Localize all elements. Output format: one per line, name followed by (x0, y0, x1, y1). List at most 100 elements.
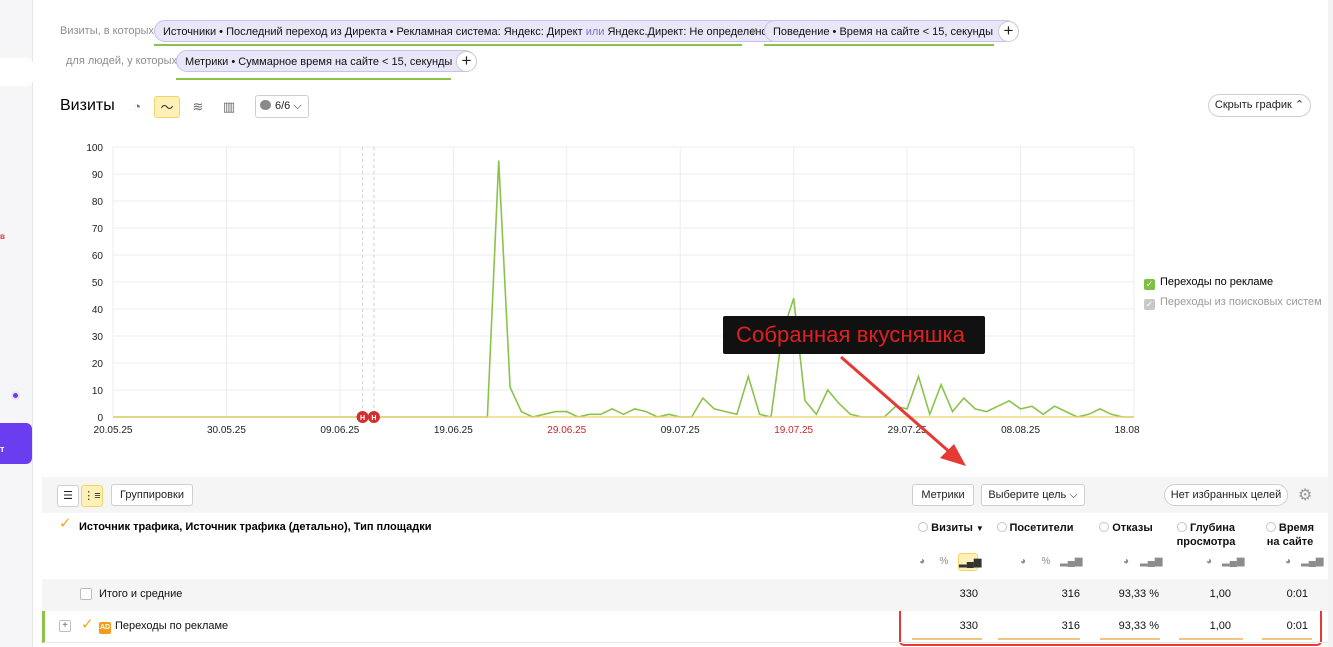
tree-view-icon[interactable]: ⋮≡ (81, 485, 103, 507)
x-tick-label: 18.08.25 (1115, 425, 1140, 435)
hide-chart-button[interactable]: Скрыть график ⌃ (1208, 94, 1311, 117)
expand-icon[interactable]: + (59, 620, 71, 632)
segment-chip-metrics[interactable]: Метрики • Суммарное время на сайте < 15,… (176, 50, 477, 72)
visits-line-chart[interactable]: 0 10 20 30 40 50 60 70 80 90 100 20.05.25 30.05.25 09… (70, 135, 1140, 435)
cell-depth: 1,00 (1209, 620, 1231, 632)
column-header-depth[interactable]: Глубина просмотра (1172, 521, 1240, 549)
sidebar-card[interactable] (0, 58, 33, 86)
x-tick-label: 08.08.25 (1001, 425, 1040, 435)
series-counter: 6/6 (275, 100, 291, 112)
cell-bounces: 93,33 % (1118, 588, 1159, 600)
cell-visits: 330 (959, 588, 978, 600)
cell-depth: 1,00 (1209, 588, 1231, 600)
table-row-ads[interactable]: + ✓ AD Переходы по рекламе 330 316 93,33 … (42, 611, 1328, 643)
chip-text: Метрики • Суммарное время на сайте < 15,… (185, 56, 453, 68)
x-tick-label: 19.07.25 (774, 425, 813, 435)
value-bar (1179, 638, 1243, 640)
cell-visitors: 316 (1061, 620, 1080, 632)
y-tick-label: 0 (97, 413, 103, 424)
select-goal-dropdown[interactable]: Выберите цель ⌵ (981, 484, 1085, 506)
ad-badge-icon: AD (99, 622, 111, 634)
chip-or: или (585, 26, 605, 38)
line-chart-icon[interactable]: 〜 (154, 96, 180, 118)
radio-icon (1099, 522, 1110, 532)
page-scrollbar[interactable] (1328, 0, 1333, 647)
column-label: Посетители (1009, 522, 1074, 534)
column-header-visits[interactable]: Визиты ▼ (916, 521, 986, 536)
dimension-header: Источник трафика, Источник трафика (дета… (79, 521, 432, 533)
y-tick-label: 80 (92, 197, 104, 208)
cell-time: 0:01 (1286, 588, 1308, 600)
column-header-bounces[interactable]: Отказы (1097, 521, 1155, 535)
radio-icon (1177, 522, 1188, 532)
segment-chip-behavior[interactable]: Поведение • Время на сайте < 15, секунды… (764, 20, 1018, 42)
column-header-time[interactable]: Время на сайте (1260, 521, 1320, 549)
add-visit-condition-button[interactable]: + (998, 21, 1019, 42)
bar-chart-icon[interactable]: ▂▄▆ (1060, 553, 1082, 571)
pie-chart-icon[interactable]: ◕ (1199, 553, 1219, 571)
chart-title: Визиты (60, 97, 115, 114)
sidebar-status-dot (11, 391, 20, 400)
sort-desc-icon: ▼ (975, 524, 984, 533)
row-label: AD Переходы по рекламе (99, 620, 228, 634)
pie-chart-icon[interactable]: ◕ (1278, 553, 1298, 571)
holiday-marker-label: Н (371, 415, 376, 422)
series-counter-dropdown[interactable]: 6/6 ⌵ (255, 95, 309, 118)
pie-chart-icon[interactable]: ◕ (912, 553, 932, 571)
value-bar (1100, 638, 1160, 640)
report-main: Визиты, в которых Источники • Последний … (42, 0, 1328, 647)
bar-chart-icon[interactable]: ▂▄▆ (1301, 553, 1323, 571)
x-tick-label: 30.05.25 (207, 425, 246, 435)
chip-underline (764, 44, 994, 46)
select-all-checkbox[interactable]: ✓ (59, 516, 72, 531)
column-header-visitors[interactable]: Посетители (994, 521, 1076, 535)
annotation-arrow-head (940, 444, 966, 466)
table-toolbar: ☰ ⋮≡ Группировки Метрики Выберите цель ⌵… (42, 477, 1328, 513)
x-tick-label: 20.05.25 (94, 425, 133, 435)
chip-text: Источники • Последний переход из Директа… (163, 26, 583, 38)
y-tick-label: 40 (92, 305, 104, 316)
bar-chart-icon[interactable]: ▂▄▆ (958, 553, 981, 571)
bar-chart-icon[interactable]: ▂▄▆ (1222, 553, 1244, 571)
add-people-condition-button[interactable]: + (456, 51, 477, 72)
area-chart-icon[interactable]: ≋ (185, 96, 211, 118)
legend-item-ads[interactable]: ✓ Переходы по рекламе (1144, 276, 1273, 290)
pie-chart-icon[interactable]: ◕ (1013, 553, 1033, 571)
gear-icon[interactable]: ⚙ (1298, 485, 1312, 505)
cell-visitors: 316 (1061, 588, 1080, 600)
row-checkbox[interactable]: ✓ (81, 617, 94, 632)
legend-item-search[interactable]: ✓ Переходы из поисковых систем (1144, 296, 1322, 310)
y-tick-label: 20 (92, 359, 104, 370)
percent-icon[interactable]: % (1036, 553, 1056, 571)
percent-icon[interactable]: % (934, 553, 954, 571)
cell-time: 0:01 (1286, 620, 1308, 632)
pie-chart-icon[interactable]: ◔ (124, 96, 150, 118)
table-row-totals[interactable]: Итого и средние 330 316 93,33 % 1,00 0:0… (42, 579, 1328, 611)
checkbox-checked[interactable]: ✓ (1144, 279, 1155, 290)
chip-text-rest: Яндекс.Директ: Не определено (607, 26, 768, 38)
y-tick-label: 70 (92, 224, 104, 235)
visits-condition-label: Визиты, в которых (60, 25, 154, 37)
bar-chart-icon[interactable]: ▂▄▆ (1140, 553, 1162, 571)
value-bar (1262, 638, 1312, 640)
left-sidebar: в т (0, 0, 33, 647)
favorite-goals-button[interactable]: Нет избранных целей (1164, 484, 1288, 506)
people-condition-label: для людей, у которых (66, 55, 177, 67)
radio-icon (1265, 522, 1276, 532)
checkbox-checked-disabled[interactable]: ✓ (1144, 299, 1155, 310)
list-view-icon[interactable]: ☰ (57, 485, 79, 507)
row-checkbox[interactable] (80, 588, 92, 600)
column-label: Отказы (1112, 522, 1153, 534)
value-bar (912, 638, 982, 640)
segment-chip-sources[interactable]: Источники • Последний переход из Директа… (154, 20, 792, 42)
hide-chart-label: Скрыть график (1214, 99, 1292, 111)
chip-text: Поведение • Время на сайте < 15, секунды (773, 26, 993, 38)
x-tick-label: 09.06.25 (320, 425, 359, 435)
metrics-button[interactable]: Метрики (912, 484, 974, 506)
pie-chart-icon[interactable]: ◕ (1116, 553, 1136, 571)
x-tick-label: 09.07.25 (661, 425, 700, 435)
bar-chart-icon[interactable]: ▥ (216, 96, 242, 118)
sidebar-action-button[interactable]: т (0, 423, 32, 464)
annotation-label: Собранная вкусняшка (723, 316, 985, 354)
groupings-button[interactable]: Группировки (111, 484, 193, 506)
